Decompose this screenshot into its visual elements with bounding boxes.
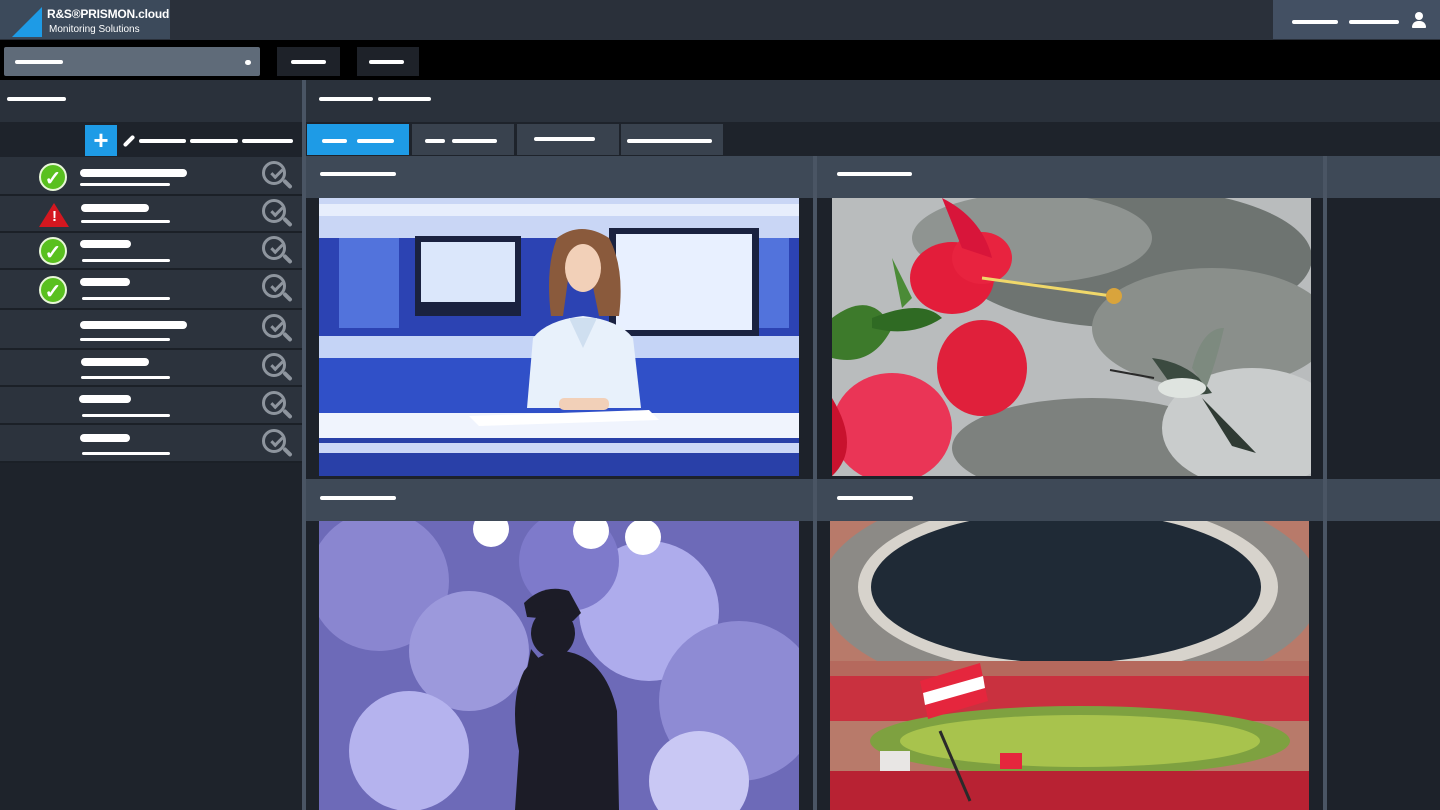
- list-item[interactable]: ✓: [0, 270, 302, 310]
- user-menu-item-2[interactable]: [1349, 20, 1399, 24]
- tile-header-6: [1327, 479, 1440, 521]
- logo-triangle-icon: [12, 7, 42, 37]
- breadcrumb-1[interactable]: [319, 97, 373, 101]
- video-tile-concert[interactable]: [319, 521, 799, 810]
- sidebar-header: [0, 80, 302, 122]
- tile-header-4: [306, 479, 813, 521]
- user-menu-item-1[interactable]: [1292, 20, 1338, 24]
- tile-header-5: [817, 479, 1323, 521]
- list-item[interactable]: [0, 350, 302, 387]
- tile-separator: [1323, 156, 1327, 810]
- tab-3[interactable]: [517, 124, 619, 155]
- toolbar-button-1[interactable]: [277, 47, 340, 76]
- tab-1[interactable]: [307, 124, 409, 155]
- tab-4[interactable]: [621, 124, 723, 155]
- checkmark-circle-icon: ✓: [39, 163, 67, 191]
- search-dot-icon: [245, 60, 251, 65]
- tab-2[interactable]: [412, 124, 514, 155]
- concert-scene: [319, 521, 799, 810]
- user-icon[interactable]: [1412, 12, 1426, 28]
- breadcrumb-2[interactable]: [378, 97, 431, 101]
- list-item[interactable]: !: [0, 196, 302, 233]
- sidebar-action-3[interactable]: [242, 139, 293, 143]
- stream-list: ✓ ! ✓ ✓: [0, 157, 302, 463]
- list-item[interactable]: [0, 425, 302, 463]
- hummingbird-scene: [832, 198, 1311, 476]
- list-item[interactable]: [0, 387, 302, 425]
- main-header: [306, 80, 1440, 122]
- view-tabs: [306, 122, 1440, 156]
- stadium-scene: [830, 521, 1309, 810]
- magnifier-check-icon[interactable]: [262, 429, 293, 459]
- magnifier-check-icon[interactable]: [262, 199, 293, 229]
- warning-mark: !: [52, 208, 57, 225]
- tile-header-2: [817, 156, 1323, 198]
- sidebar: + ✓ ! ✓ ✓: [0, 80, 302, 810]
- sidebar-actions: +: [0, 122, 302, 157]
- brand-subtitle: Monitoring Solutions: [49, 24, 140, 35]
- top-bar: R&S®PRISMON.cloud Monitoring Solutions: [0, 0, 1440, 40]
- list-item[interactable]: [0, 310, 302, 350]
- sidebar-action-2[interactable]: [190, 139, 238, 143]
- magnifier-check-icon[interactable]: [262, 353, 293, 383]
- toolbar: [0, 40, 1440, 80]
- tile-header-3: [1327, 156, 1440, 198]
- video-tile-hummingbird[interactable]: [832, 198, 1311, 476]
- toolbar-button-2[interactable]: [357, 47, 419, 76]
- list-item[interactable]: ✓: [0, 233, 302, 270]
- tile-header-1: [306, 156, 813, 198]
- brand-title: R&S®PRISMON.cloud: [47, 7, 170, 21]
- magnifier-check-icon[interactable]: [262, 314, 293, 344]
- magnifier-check-icon[interactable]: [262, 161, 293, 191]
- tile-separator: [813, 156, 817, 810]
- brand-logo[interactable]: R&S®PRISMON.cloud Monitoring Solutions: [0, 0, 170, 39]
- video-tile-news-studio[interactable]: [319, 198, 799, 476]
- search-input[interactable]: [4, 47, 260, 76]
- magnifier-check-icon[interactable]: [262, 391, 293, 421]
- magnifier-check-icon[interactable]: [262, 274, 293, 304]
- search-placeholder: [15, 60, 63, 64]
- list-item[interactable]: ✓: [0, 157, 302, 196]
- checkmark-circle-icon: ✓: [39, 237, 67, 265]
- add-button[interactable]: +: [85, 125, 117, 156]
- magnifier-check-icon[interactable]: [262, 236, 293, 266]
- sidebar-title: [7, 97, 66, 101]
- news-studio-scene: [319, 198, 799, 476]
- sidebar-action-1[interactable]: [139, 139, 186, 143]
- pencil-icon[interactable]: [122, 134, 136, 148]
- video-tile-stadium[interactable]: [830, 521, 1309, 810]
- user-menu[interactable]: [1273, 0, 1440, 39]
- checkmark-circle-icon: ✓: [39, 276, 67, 304]
